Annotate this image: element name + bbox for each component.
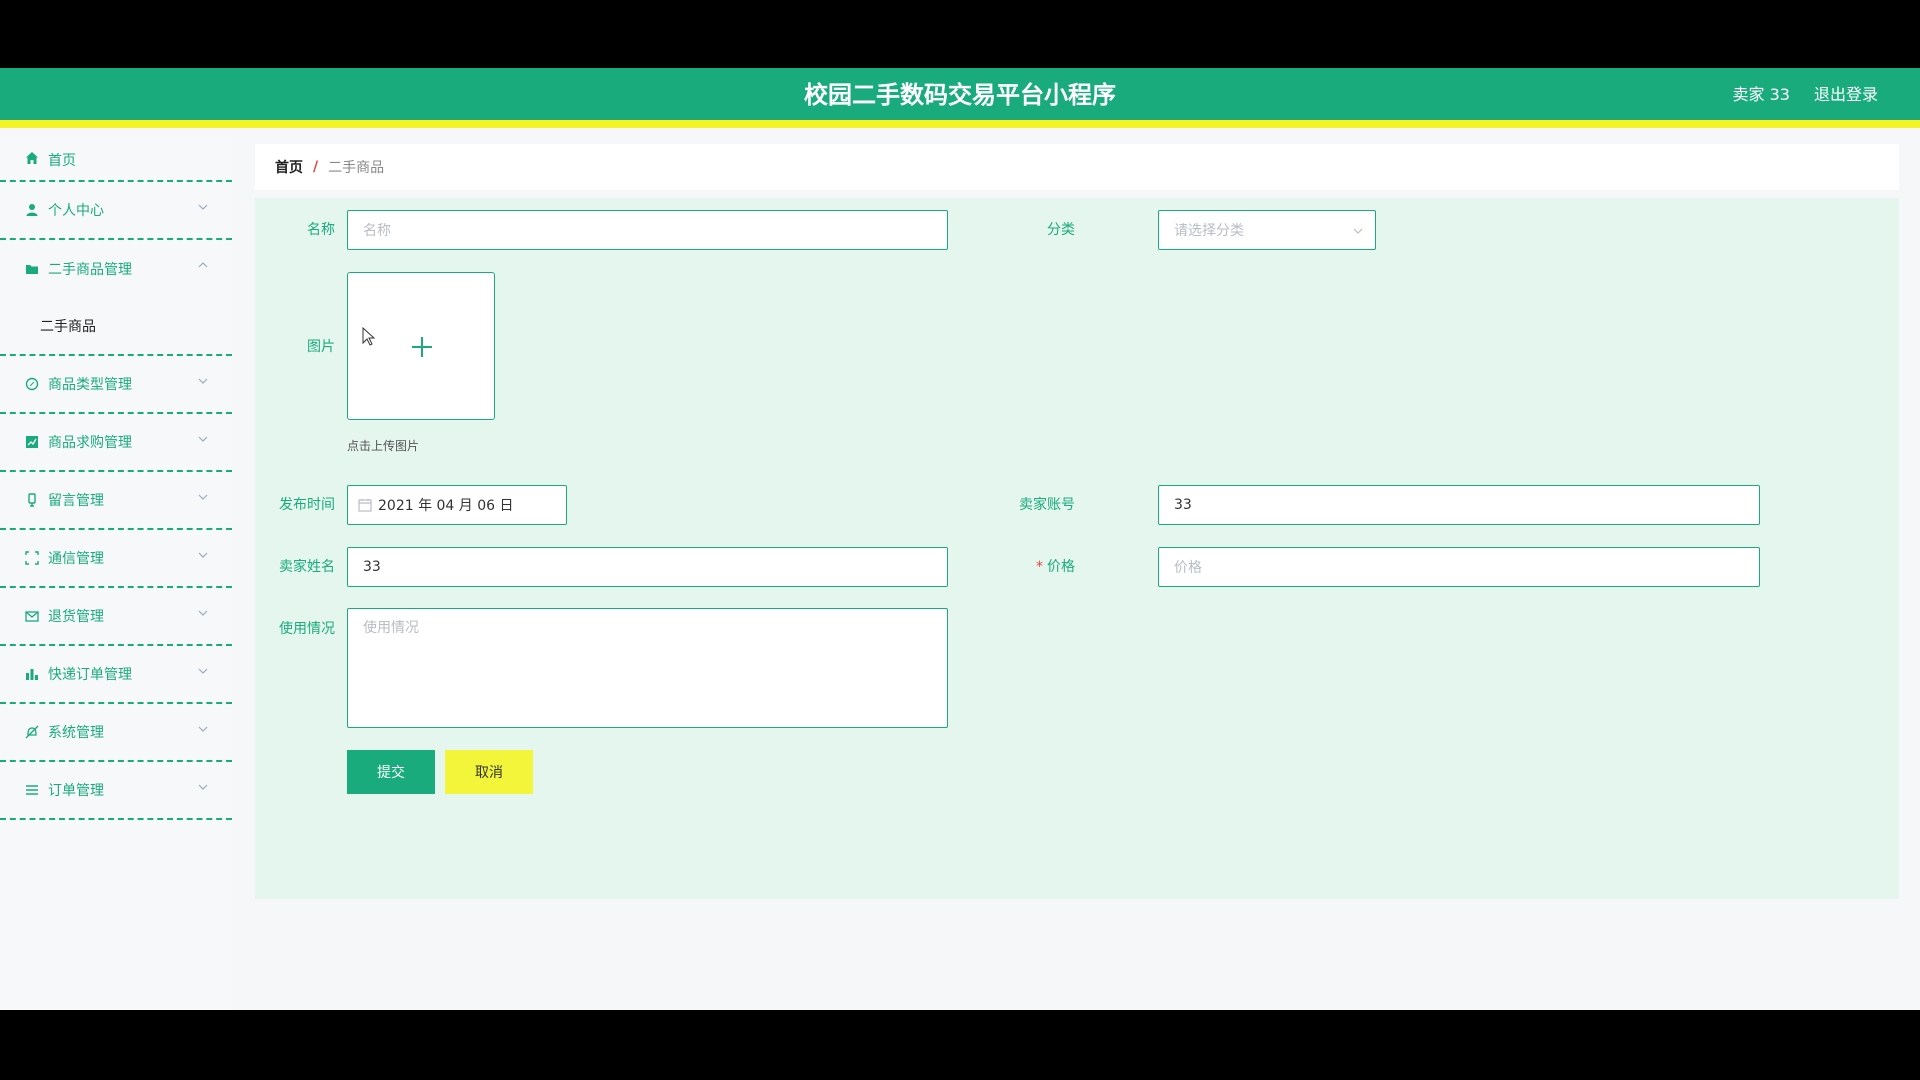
submit-button[interactable]: 提交 — [347, 750, 435, 794]
sidebar-item-label: 系统管理 — [48, 725, 104, 741]
user-icon — [24, 202, 40, 218]
sidebar-item-home[interactable]: 首页 — [0, 136, 232, 182]
seller-account-label: 卖家账号 — [1019, 497, 1075, 513]
seller-name-label: 卖家姓名 — [279, 559, 335, 575]
sidebar-item-orders[interactable]: 订单管理 — [0, 762, 232, 820]
sidebar-item-personal-center[interactable]: 个人中心 — [0, 182, 232, 240]
message-icon — [24, 492, 40, 508]
chart-icon — [24, 434, 40, 450]
sidebar-item-label: 退货管理 — [48, 609, 104, 625]
category-placeholder: 请选择分类 — [1174, 223, 1244, 239]
chevron-down-icon — [198, 610, 208, 616]
usage-label: 使用情况 — [279, 621, 335, 637]
chevron-down-icon — [198, 204, 208, 210]
publish-time-picker[interactable]: 2021 年 04 月 06 日 — [347, 485, 567, 525]
scan-icon — [24, 550, 40, 566]
sidebar-item-communication[interactable]: 通信管理 — [0, 530, 232, 588]
form-panel: 名称 名称 分类 请选择分类 图片 点击上传图片 发布时间 2021 年 04 … — [255, 198, 1899, 899]
chevron-down-icon — [198, 552, 208, 558]
user-area: 卖家 33 退出登录 — [1733, 68, 1878, 122]
chevron-down-icon — [1353, 228, 1363, 234]
app-frame: 校园二手数码交易平台小程序 卖家 33 退出登录 首页 个人中心 二手商品管理 — [0, 68, 1920, 1010]
app-title: 校园二手数码交易平台小程序 — [804, 81, 1116, 109]
sidebar-item-label: 通信管理 — [48, 551, 104, 567]
bar-chart-icon — [24, 666, 40, 682]
sidebar-item-label: 个人中心 — [48, 203, 104, 219]
required-asterisk: * — [1036, 559, 1043, 575]
sidebar-item-purchase-request[interactable]: 商品求购管理 — [0, 414, 232, 472]
calendar-icon — [358, 499, 372, 512]
sidebar-item-messages[interactable]: 留言管理 — [0, 472, 232, 530]
sidebar-item-label: 首页 — [48, 153, 76, 169]
cancel-button[interactable]: 取消 — [445, 750, 533, 794]
chevron-down-icon — [198, 668, 208, 674]
publish-time-label: 发布时间 — [279, 497, 335, 513]
chevron-down-icon — [198, 436, 208, 442]
sidebar-item-returns[interactable]: 退货管理 — [0, 588, 232, 646]
compass-icon — [24, 376, 40, 392]
sidebar-item-label: 留言管理 — [48, 493, 104, 509]
usage-textarea[interactable]: 使用情况 — [347, 608, 948, 728]
folder-icon — [24, 261, 40, 277]
plus-icon — [412, 337, 432, 357]
current-user-label[interactable]: 卖家 33 — [1733, 68, 1790, 122]
sidebar: 首页 个人中心 二手商品管理 二手商品 商品类型管理 商品求购管理 留言管理 通… — [0, 136, 232, 1010]
category-label: 分类 — [1047, 222, 1075, 238]
cursor-icon — [362, 327, 376, 346]
sidebar-item-label: 二手商品管理 — [48, 262, 132, 278]
seller-account-input[interactable]: 33 — [1158, 485, 1760, 525]
name-label: 名称 — [307, 222, 335, 238]
chevron-down-icon — [198, 784, 208, 790]
seller-name-input[interactable]: 33 — [347, 547, 948, 587]
bell-off-icon — [24, 724, 40, 740]
name-input[interactable]: 名称 — [347, 210, 948, 250]
logout-link[interactable]: 退出登录 — [1814, 68, 1878, 122]
sidebar-item-goods-type[interactable]: 商品类型管理 — [0, 356, 232, 414]
publish-time-value: 2021 年 04 月 06 日 — [378, 498, 514, 514]
sidebar-item-label: 商品类型管理 — [48, 377, 132, 393]
sidebar-item-label: 订单管理 — [48, 783, 104, 799]
breadcrumb-home[interactable]: 首页 — [275, 157, 303, 177]
chevron-down-icon — [198, 494, 208, 500]
price-label-text: 价格 — [1047, 559, 1075, 575]
chevron-down-icon — [198, 378, 208, 384]
sidebar-item-secondhand-goods[interactable]: 二手商品管理 — [0, 240, 232, 298]
image-label: 图片 — [307, 339, 335, 355]
breadcrumb: 首页 / 二手商品 — [255, 144, 1899, 190]
top-bar: 校园二手数码交易平台小程序 卖家 33 退出登录 — [0, 68, 1920, 128]
sidebar-item-express-orders[interactable]: 快递订单管理 — [0, 646, 232, 704]
price-input[interactable]: 价格 — [1158, 547, 1760, 587]
image-upload-box[interactable] — [347, 272, 495, 420]
chevron-down-icon — [198, 726, 208, 732]
sidebar-item-label: 商品求购管理 — [48, 435, 132, 451]
breadcrumb-separator: / — [313, 159, 319, 175]
sidebar-item-label: 快递订单管理 — [48, 667, 132, 683]
category-select[interactable]: 请选择分类 — [1158, 210, 1376, 250]
upload-hint: 点击上传图片 — [347, 439, 420, 453]
home-icon — [24, 150, 40, 166]
breadcrumb-current: 二手商品 — [328, 160, 385, 176]
chevron-up-icon — [198, 262, 208, 268]
sidebar-subitem-secondhand-goods[interactable]: 二手商品 — [0, 298, 232, 356]
mail-icon — [24, 608, 40, 624]
sidebar-item-system[interactable]: 系统管理 — [0, 704, 232, 762]
list-icon — [24, 782, 40, 798]
price-label: * 价格 — [905, 556, 1075, 576]
